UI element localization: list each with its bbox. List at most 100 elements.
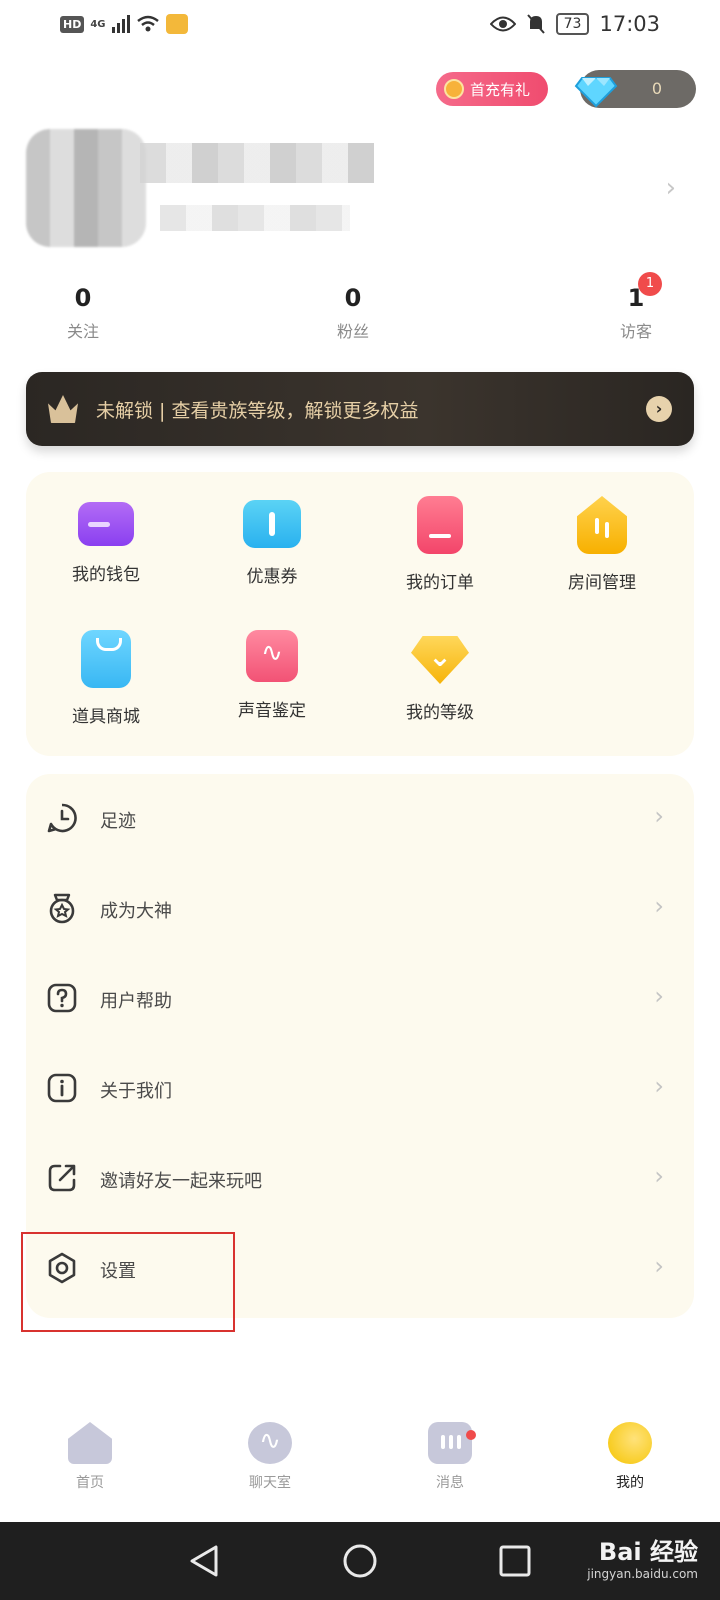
clock-time: 17:03 <box>599 12 660 36</box>
menu-item-label: 用户帮助 <box>100 991 172 1012</box>
stat-following[interactable]: 0 关注 <box>23 284 143 342</box>
fans-count: 0 <box>344 284 362 312</box>
app-notification-icon <box>165 14 188 34</box>
menu-item-help[interactable]: 用户帮助 › <box>26 954 694 1044</box>
status-right: 73 17:03 <box>489 12 660 36</box>
grid-item-label: 我的订单 <box>406 573 474 593</box>
visitor-badge: 1 <box>638 272 662 296</box>
hd-indicator: HD <box>60 15 85 33</box>
grid-item-label: 房间管理 <box>568 573 636 593</box>
tab-label: 首页 <box>76 1475 104 1491</box>
home-circle-icon[interactable] <box>341 1542 379 1580</box>
clock-icon <box>47 803 77 833</box>
grid-item-label: 我的等级 <box>406 703 474 723</box>
grid-item-coupon[interactable]: 优惠券 <box>202 496 342 587</box>
diamond-icon <box>574 77 618 108</box>
settings-highlight-box <box>21 1232 235 1332</box>
voice-wave-icon <box>246 630 298 682</box>
first-recharge-label: 首充有礼 <box>470 80 531 99</box>
menu-item-label: 邀请好友一起来玩吧 <box>100 1171 262 1192</box>
wifi-icon <box>136 15 159 32</box>
home-icon <box>68 1422 112 1464</box>
mute-bell-icon <box>526 14 545 34</box>
eye-icon <box>489 16 516 32</box>
grid-item-label: 道具商城 <box>72 707 140 727</box>
status-bar: HD 4G 73 17:03 <box>0 0 720 52</box>
level-gem-icon <box>411 636 469 684</box>
bottom-tab-bar: 首页 聊天室 消息 我的 <box>0 1422 720 1522</box>
watermark-brand: Bai 经验 <box>598 1538 698 1566</box>
battery-icon: 73 <box>555 13 590 35</box>
noble-banner[interactable]: 未解锁 | 查看贵族等级，解锁更多权益 › <box>26 372 694 446</box>
feature-grid: 我的钱包 优惠券 我的订单 房间管理 道具商城 声音鉴定 我的等级 <box>26 472 694 756</box>
grid-item-my-level[interactable]: 我的等级 <box>370 630 510 723</box>
chevron-right-icon: › <box>654 1162 664 1190</box>
tab-mine[interactable]: 我的 <box>570 1422 690 1492</box>
user-name-blurred <box>140 143 374 183</box>
status-left: HD 4G <box>60 14 188 34</box>
shop-bag-icon <box>81 630 131 688</box>
crown-icon <box>48 395 78 423</box>
grid-item-label: 我的钱包 <box>72 565 140 585</box>
menu-item-footprint[interactable]: 足迹 › <box>26 774 694 864</box>
tab-home[interactable]: 首页 <box>30 1422 150 1492</box>
visitors-count: 1 <box>627 284 645 312</box>
share-icon <box>48 1164 76 1192</box>
menu-item-label: 足迹 <box>100 811 136 832</box>
menu-item-about[interactable]: 关于我们 › <box>26 1044 694 1134</box>
coin-icon <box>444 79 464 99</box>
first-recharge-button[interactable]: 首充有礼 <box>436 72 548 106</box>
chevron-right-icon: › <box>654 982 664 1010</box>
grid-item-voice-test[interactable]: 声音鉴定 <box>202 630 342 721</box>
menu-item-label: 关于我们 <box>100 1081 172 1102</box>
menu-item-become-master[interactable]: 成为大神 › <box>26 864 694 954</box>
signal-icon <box>111 15 130 33</box>
user-id-blurred <box>160 205 350 231</box>
avatar[interactable] <box>26 129 146 247</box>
grid-item-label: 声音鉴定 <box>238 701 306 721</box>
chevron-right-icon: › <box>654 1252 664 1280</box>
grid-item-room-manage[interactable]: 房间管理 <box>532 496 672 593</box>
watermark: Bai 经验 jingyan.baidu.com <box>587 1532 698 1581</box>
chevron-right-icon: › <box>665 173 676 203</box>
stat-visitors[interactable]: 1 访客 <box>576 284 696 342</box>
tab-label: 聊天室 <box>249 1475 291 1491</box>
message-unread-dot <box>466 1430 476 1440</box>
system-nav-bar: Bai 经验 jingyan.baidu.com <box>0 1522 720 1600</box>
chevron-right-icon: › <box>654 802 664 830</box>
watermark-url: jingyan.baidu.com <box>587 1567 698 1581</box>
profile-header[interactable]: › <box>0 125 720 255</box>
mine-icon <box>608 1422 652 1464</box>
help-icon <box>47 983 77 1013</box>
order-icon <box>417 496 463 554</box>
medal-icon <box>49 893 75 924</box>
diamond-balance-button[interactable]: 0 <box>574 70 696 108</box>
noble-banner-text: 未解锁 | 查看贵族等级，解锁更多权益 <box>96 400 419 422</box>
message-icon <box>428 1422 472 1464</box>
recents-square-icon[interactable] <box>496 1542 534 1580</box>
chatroom-icon <box>248 1422 292 1464</box>
tab-chatroom[interactable]: 聊天室 <box>210 1422 330 1492</box>
grid-item-wallet[interactable]: 我的钱包 <box>36 496 176 585</box>
grid-item-shop[interactable]: 道具商城 <box>36 630 176 727</box>
grid-item-orders[interactable]: 我的订单 <box>370 496 510 593</box>
following-label: 关注 <box>66 322 99 341</box>
diamond-count: 0 <box>651 79 662 98</box>
menu-item-label: 成为大神 <box>100 901 172 922</box>
visitors-label: 访客 <box>619 322 652 341</box>
back-icon[interactable] <box>186 1542 224 1580</box>
chevron-right-icon: › <box>654 892 664 920</box>
stat-fans[interactable]: 0 粉丝 <box>293 284 413 342</box>
chevron-right-icon: › <box>654 1072 664 1100</box>
coupon-icon <box>243 500 301 548</box>
menu-item-invite[interactable]: 邀请好友一起来玩吧 › <box>26 1134 694 1224</box>
network-indicator: 4G <box>90 18 106 30</box>
tab-label: 消息 <box>436 1475 464 1491</box>
grid-item-label: 优惠券 <box>246 567 298 587</box>
fans-label: 粉丝 <box>336 322 369 341</box>
info-icon <box>47 1073 77 1103</box>
wallet-icon <box>78 502 134 546</box>
room-icon <box>577 496 627 554</box>
tab-messages[interactable]: 消息 <box>390 1422 510 1492</box>
following-count: 0 <box>74 284 92 312</box>
